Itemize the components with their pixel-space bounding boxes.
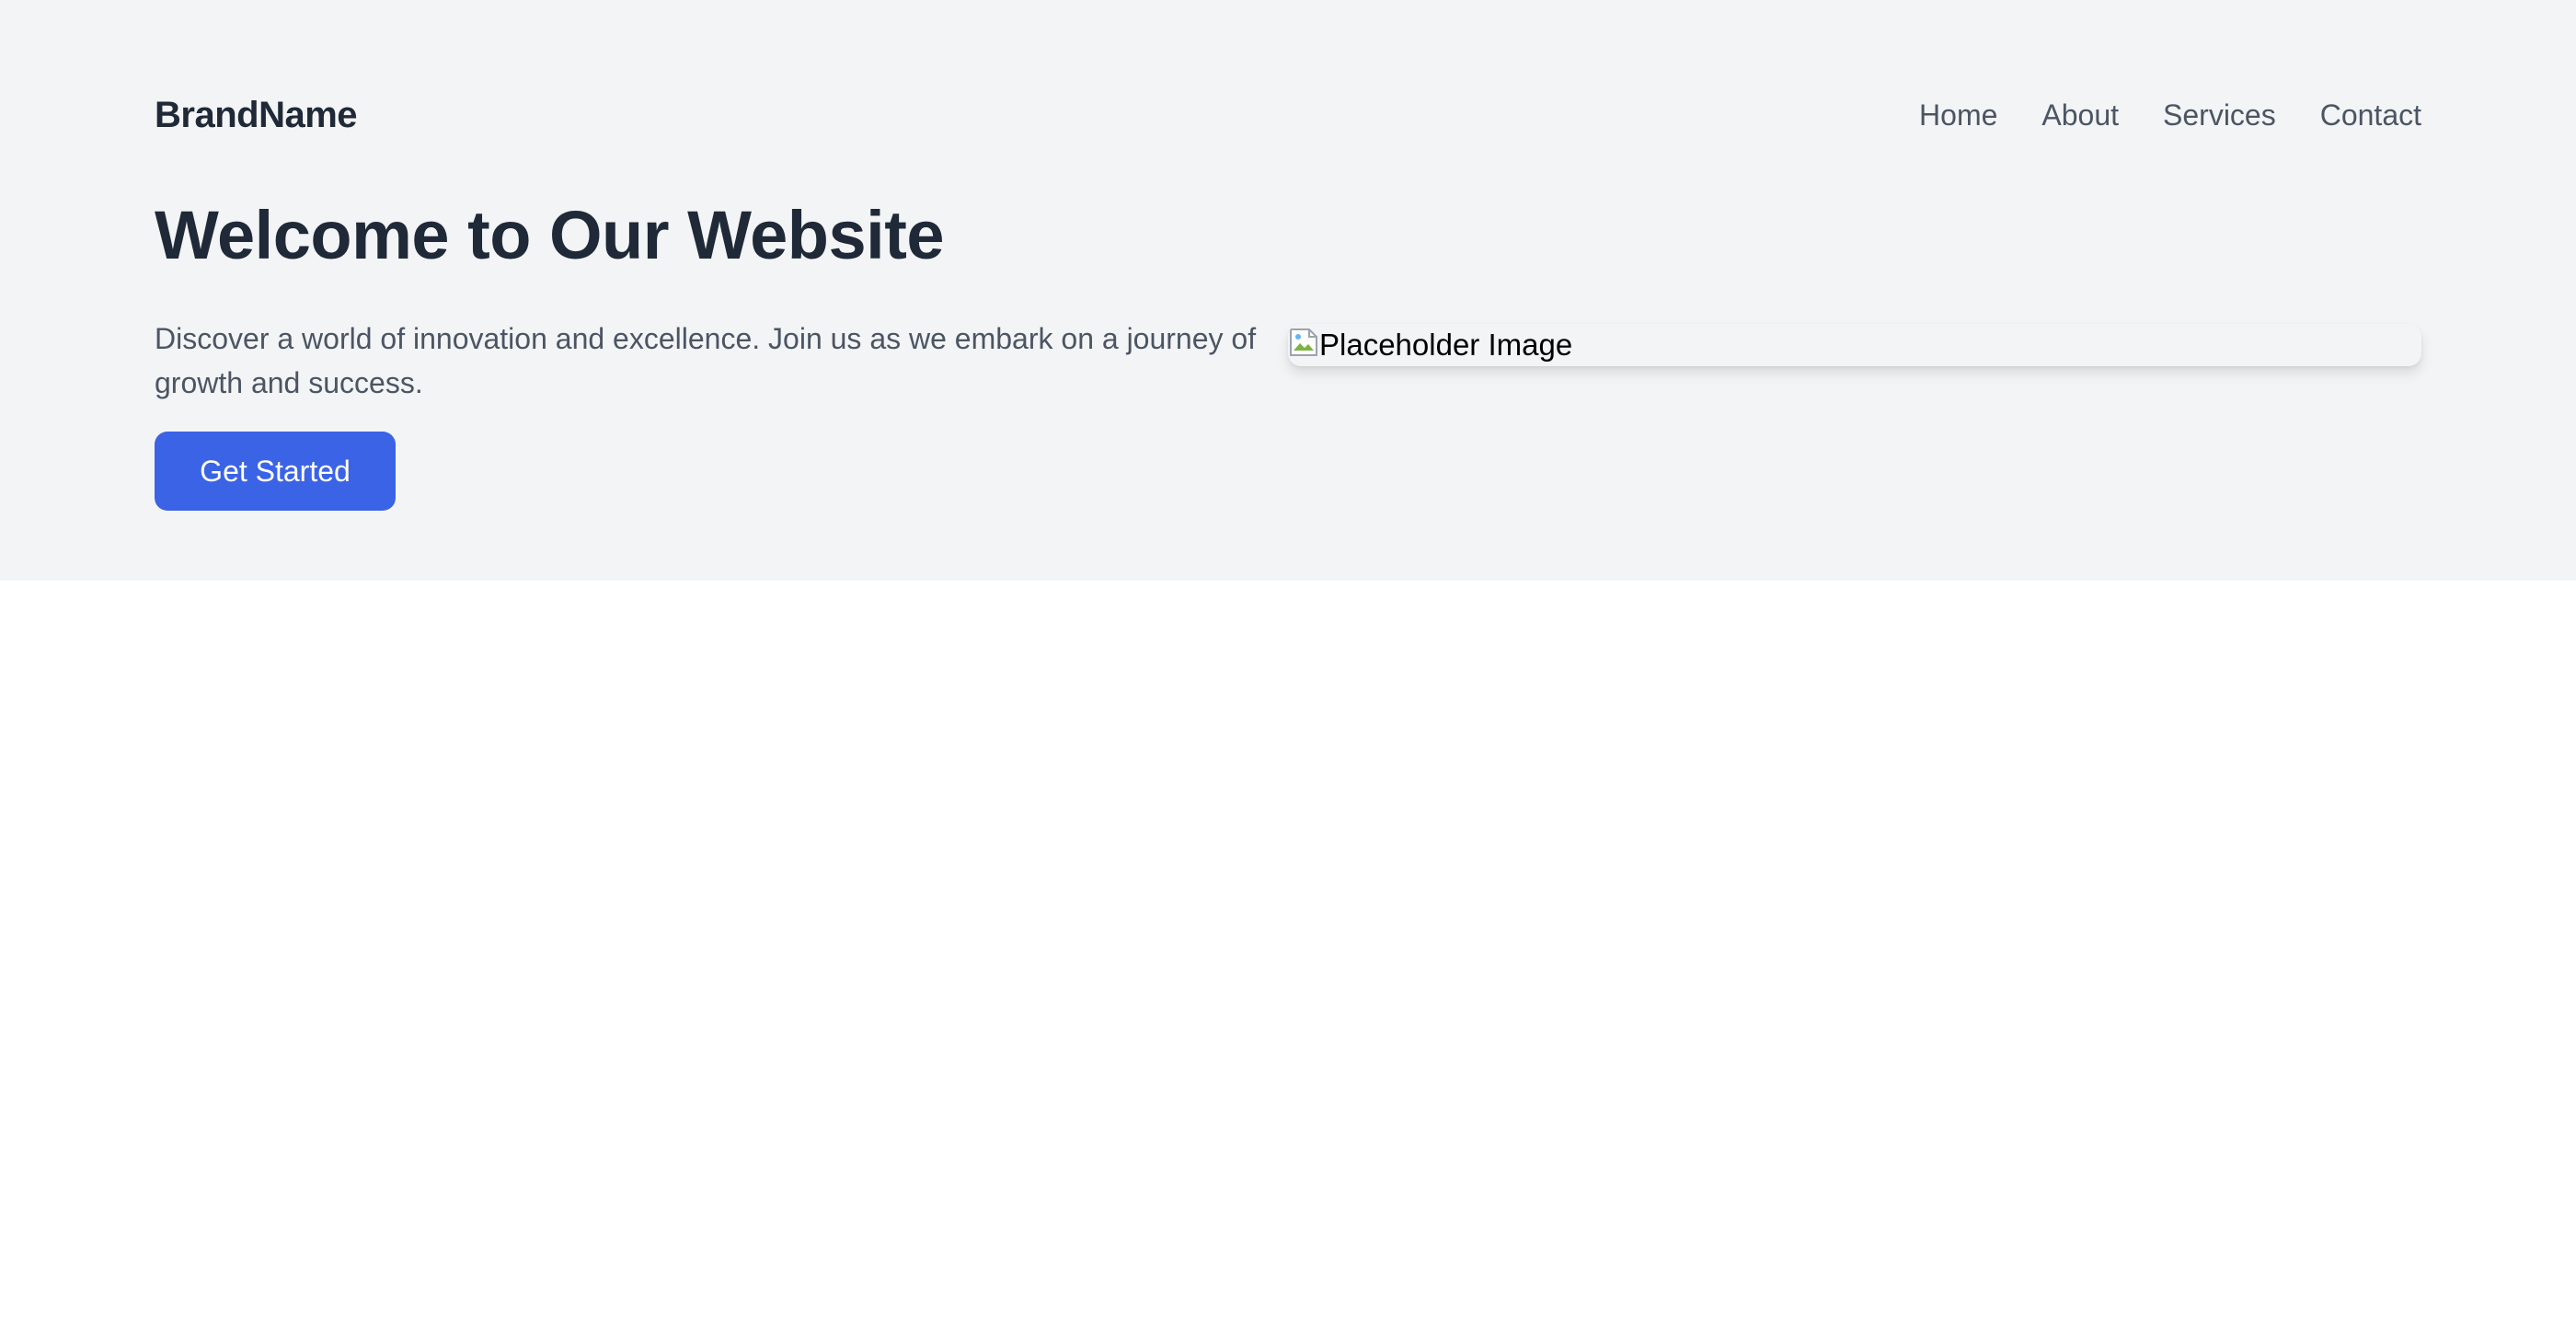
- nav-link-about[interactable]: About: [2041, 98, 2119, 132]
- hero-title: Welcome to Our Website: [155, 197, 945, 273]
- nav-link-services[interactable]: Services: [2163, 98, 2276, 132]
- nav-link-contact[interactable]: Contact: [2320, 98, 2421, 132]
- brand-logo[interactable]: BrandName: [155, 95, 358, 136]
- hero-description: Discover a world of innovation and excel…: [155, 322, 1257, 399]
- broken-image-icon: [1290, 328, 1317, 356]
- image-alt-text: Placeholder Image: [1319, 328, 1573, 362]
- hero-image: Placeholder Image: [1288, 324, 2421, 366]
- nav-links: Home About Services Contact: [1919, 98, 2421, 132]
- get-started-button[interactable]: Get Started: [155, 432, 396, 511]
- hero-section: BrandName Home About Services Contact We…: [0, 0, 2576, 581]
- navbar: BrandName Home About Services Contact: [155, 88, 2421, 142]
- nav-link-home[interactable]: Home: [1919, 98, 1997, 132]
